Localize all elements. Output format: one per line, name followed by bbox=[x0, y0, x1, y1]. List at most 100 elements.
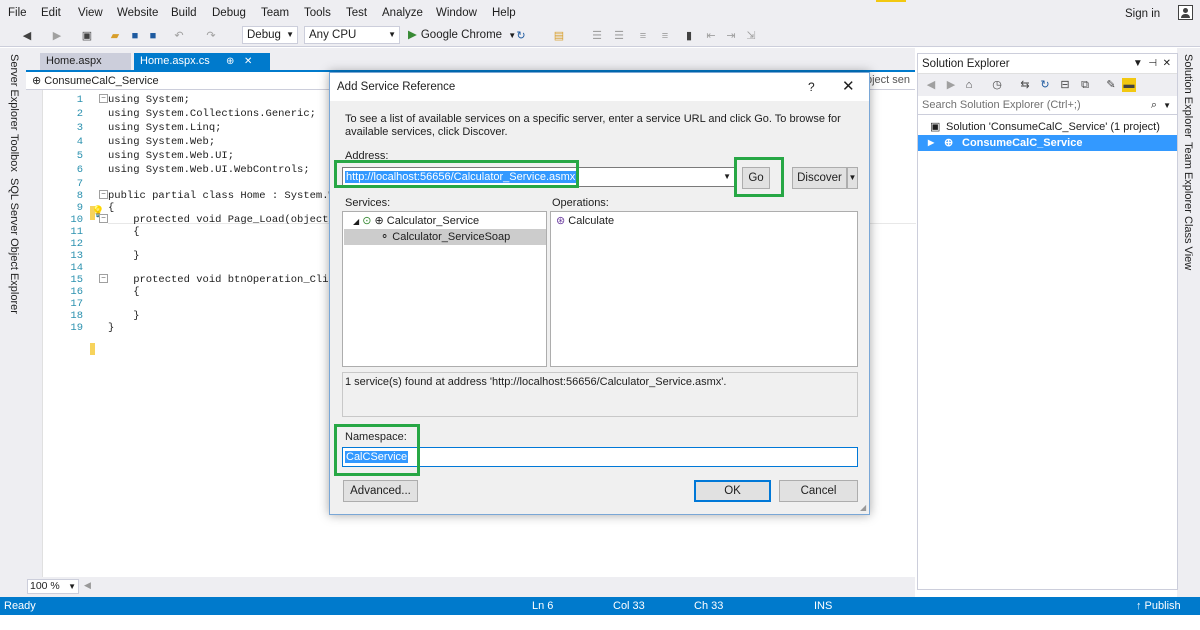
operation-item[interactable]: ⊛ Calculate bbox=[556, 213, 614, 229]
scroll-left-icon[interactable]: ◀ bbox=[84, 580, 91, 591]
chevron-down-icon[interactable]: ▼ bbox=[723, 168, 731, 186]
server-explorer-tab[interactable]: Server Explorer bbox=[8, 54, 20, 130]
service-soap-node[interactable]: ⚬ Calculator_ServiceSoap bbox=[344, 229, 546, 245]
refresh-icon[interactable]: ↻ bbox=[1038, 78, 1052, 92]
discover-dropdown-button[interactable]: ▼ bbox=[847, 167, 858, 189]
menu-build[interactable]: Build bbox=[171, 7, 197, 19]
back-icon[interactable]: ◀ bbox=[924, 78, 938, 92]
collapse-toggle[interactable]: − bbox=[99, 214, 108, 223]
back-icon[interactable]: ◀ bbox=[20, 29, 34, 43]
preview-selected-icon[interactable]: ▬ bbox=[1122, 78, 1136, 92]
sync-icon[interactable]: ⇆ bbox=[1018, 78, 1032, 92]
align-left-icon[interactable]: ☰ bbox=[590, 29, 604, 43]
add-service-reference-dialog: Add Service Reference ? ✕ To see a list … bbox=[329, 72, 870, 515]
solution-node[interactable]: ▣ Solution 'ConsumeCalC_Service' (1 proj… bbox=[918, 119, 1177, 135]
collapse-all-icon[interactable]: ⊟ bbox=[1058, 78, 1072, 92]
cancel-button[interactable]: Cancel bbox=[779, 480, 858, 502]
publish-button[interactable]: ↑ Publish bbox=[1136, 597, 1181, 615]
menu-analyze[interactable]: Analyze bbox=[382, 7, 423, 19]
line-number: 19 bbox=[70, 322, 83, 334]
class-view-tab[interactable]: Class View bbox=[1182, 216, 1194, 270]
collapse-toggle[interactable]: − bbox=[99, 94, 108, 103]
home-icon[interactable]: ⌂ bbox=[962, 78, 976, 92]
solution-configuration-select[interactable]: Debug ▼ bbox=[242, 26, 298, 44]
uncomment-icon[interactable]: ≡ bbox=[658, 29, 672, 43]
menu-test[interactable]: Test bbox=[346, 7, 367, 19]
menu-website[interactable]: Website bbox=[117, 7, 158, 19]
status-insert-mode: INS bbox=[814, 600, 833, 612]
code-text: public partial class Home : System.W bbox=[108, 190, 335, 202]
tab-home-aspx-cs[interactable]: Home.aspx.cs ⊕ ✕ bbox=[134, 53, 270, 70]
new-project-icon[interactable]: ▣ bbox=[80, 29, 94, 43]
menu-team[interactable]: Team bbox=[261, 7, 289, 19]
toolbox-tab[interactable]: Toolbox bbox=[8, 134, 20, 172]
tab-home-aspx[interactable]: Home.aspx bbox=[40, 53, 131, 70]
member-dropdown[interactable]: bject sen bbox=[866, 74, 910, 86]
run-target-label: Google Chrome bbox=[420, 29, 503, 41]
browser-link-icon[interactable]: ▤ bbox=[552, 29, 566, 43]
close-button[interactable]: ✕ bbox=[842, 73, 855, 101]
sign-in-link[interactable]: Sign in bbox=[1125, 8, 1160, 20]
collapse-toggle[interactable]: − bbox=[99, 190, 108, 199]
refresh-browser-icon[interactable]: ↻ bbox=[514, 29, 528, 43]
project-node[interactable]: ▶ ⊕ ConsumeCalC_Service bbox=[918, 135, 1177, 151]
solution-explorer-tab[interactable]: Solution Explorer bbox=[1182, 54, 1194, 138]
search-icon[interactable]: ⌕ bbox=[1151, 96, 1157, 115]
project-dropdown[interactable]: ⊕ ConsumeCalC_Service bbox=[32, 74, 159, 87]
discover-button[interactable]: Discover bbox=[792, 167, 847, 189]
chevron-down-icon[interactable]: ▼ bbox=[1163, 96, 1171, 115]
collapse-toggle[interactable]: − bbox=[99, 274, 108, 283]
services-tree[interactable]: ◢ ⊙ ⊕ Calculator_Service ⚬ Calculator_Se… bbox=[342, 211, 547, 367]
status-char: Ch 33 bbox=[694, 600, 724, 612]
solution-explorer-search[interactable]: Search Solution Explorer (Ctrl+;) ⌕ ▼ bbox=[918, 96, 1177, 115]
method-icon: ⊛ bbox=[556, 215, 566, 227]
team-explorer-tab[interactable]: Team Explorer bbox=[1182, 142, 1194, 213]
resize-grip-icon[interactable]: ◢ bbox=[860, 503, 866, 512]
collapse-arrow-icon[interactable]: ◢ bbox=[353, 217, 359, 226]
zoom-select[interactable]: 100 % ▼ bbox=[27, 579, 79, 594]
menu-edit[interactable]: Edit bbox=[41, 7, 61, 19]
pending-changes-icon[interactable]: ◷ bbox=[990, 78, 1004, 92]
menu-file[interactable]: File bbox=[8, 7, 27, 19]
menu-debug[interactable]: Debug bbox=[212, 7, 246, 19]
align-right-icon[interactable]: ☰ bbox=[612, 29, 626, 43]
clear-bookmarks-icon[interactable]: ⇲ bbox=[744, 29, 758, 43]
start-debugging-button[interactable]: ▶ Google Chrome ▼ bbox=[408, 28, 516, 43]
menu-window[interactable]: Window bbox=[436, 7, 477, 19]
show-all-files-icon[interactable]: ⧉ bbox=[1078, 78, 1092, 92]
bookmark-icon[interactable]: ▮ bbox=[682, 29, 696, 43]
expand-arrow-icon[interactable]: ▶ bbox=[928, 135, 934, 151]
sql-server-object-explorer-tab[interactable]: SQL Server Object Explorer bbox=[8, 178, 20, 314]
save-icon[interactable]: ■ bbox=[128, 29, 142, 43]
services-label: Services: bbox=[345, 197, 391, 209]
help-button[interactable]: ? bbox=[808, 73, 815, 101]
close-icon[interactable]: ✕ bbox=[244, 53, 252, 70]
solution-explorer-title-bar: Solution Explorer ▼ ⊣ ✕ bbox=[918, 54, 1177, 74]
prev-bookmark-icon[interactable]: ⇤ bbox=[704, 29, 718, 43]
save-all-icon[interactable]: ■ bbox=[146, 29, 160, 43]
line-number: 8 bbox=[76, 190, 83, 202]
account-avatar-icon[interactable] bbox=[1178, 5, 1193, 20]
comment-icon[interactable]: ≡ bbox=[636, 29, 650, 43]
pin-icon[interactable]: ⊕ bbox=[226, 53, 234, 70]
service-node[interactable]: ◢ ⊙ ⊕ Calculator_Service bbox=[353, 213, 479, 229]
next-bookmark-icon[interactable]: ⇥ bbox=[724, 29, 738, 43]
open-file-icon[interactable]: ▰ bbox=[108, 29, 122, 43]
undo-icon[interactable]: ↶ bbox=[172, 29, 186, 43]
operations-list[interactable]: ⊛ Calculate bbox=[550, 211, 858, 367]
redo-icon[interactable]: ↷ bbox=[204, 29, 218, 43]
properties-icon[interactable]: ✎ bbox=[1104, 78, 1118, 92]
solution-explorer-toolbar: ◀ ▶ ⌂ ◷ ⇆ ↻ ⊟ ⧉ ✎ ▬ bbox=[918, 74, 1177, 96]
solution-platform-select[interactable]: Any CPU ▼ bbox=[304, 26, 400, 44]
forward-icon[interactable]: ▶ bbox=[50, 29, 64, 43]
panel-window-controls[interactable]: ▼ ⊣ ✕ bbox=[1133, 54, 1171, 74]
menu-help[interactable]: Help bbox=[492, 7, 516, 19]
menu-tools[interactable]: Tools bbox=[304, 7, 331, 19]
chevron-down-icon: ▼ bbox=[286, 30, 294, 39]
ok-button[interactable]: OK bbox=[694, 480, 771, 502]
advanced-button[interactable]: Advanced... bbox=[343, 480, 418, 502]
forward-icon[interactable]: ▶ bbox=[944, 78, 958, 92]
menu-view[interactable]: View bbox=[78, 7, 103, 19]
tab-label: Home.aspx bbox=[46, 55, 102, 67]
endpoint-icon: ⚬ bbox=[380, 231, 390, 243]
